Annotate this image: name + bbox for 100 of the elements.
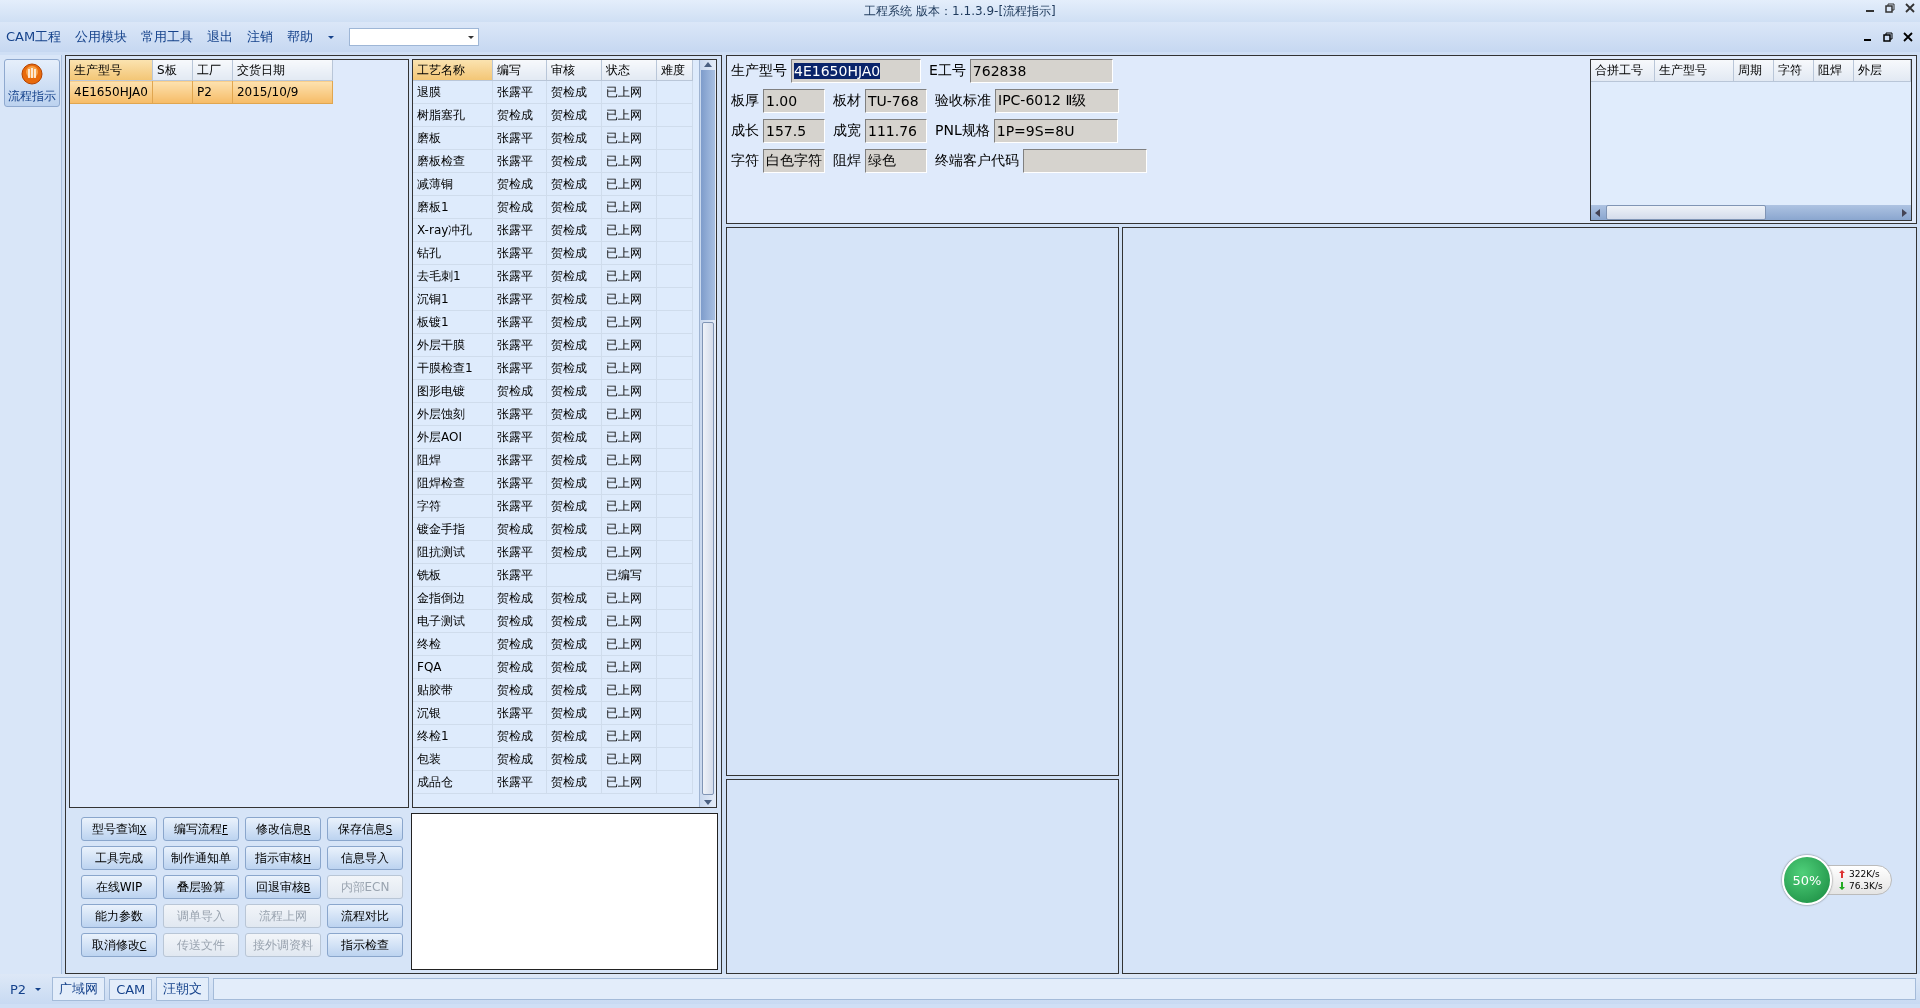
field-label: PNL规格 (935, 122, 990, 140)
close-icon[interactable] (1904, 2, 1916, 14)
scroll-down-icon[interactable] (703, 797, 713, 807)
table-cell: 阻焊检查 (413, 471, 493, 495)
input-field[interactable] (1023, 149, 1147, 173)
field-label: 成宽 (833, 122, 861, 140)
menu-item[interactable]: 注销 (247, 28, 274, 46)
table-cell: 张露平 (492, 333, 547, 357)
action-button[interactable]: 指示审核H (245, 846, 321, 870)
window-title: 工程系统 版本：1.1.3.9-[流程指示] (864, 2, 1056, 20)
table-cell: 张露平 (492, 241, 547, 265)
input-field[interactable]: 111.76 (865, 119, 927, 143)
status-dropdown[interactable]: P2 (4, 979, 49, 999)
action-button[interactable]: 保存信息S (327, 817, 403, 841)
action-button[interactable]: 信息导入 (327, 846, 403, 870)
column-header[interactable]: 交货日期 (232, 60, 333, 81)
menu-item[interactable]: 公用模块 (75, 28, 128, 46)
table-cell: 贺检成 (492, 517, 547, 541)
scroll-left-icon[interactable] (1594, 207, 1602, 218)
table-cell: 贺检成 (546, 149, 602, 173)
action-button[interactable]: 流程对比 (327, 904, 403, 928)
table-cell: 终检1 (413, 724, 493, 748)
column-header[interactable]: 编写 (492, 60, 547, 81)
restore-icon[interactable] (1882, 31, 1894, 43)
table-cell: 已上网 (601, 310, 657, 334)
column-header[interactable]: 工厂 (192, 60, 233, 81)
column-header[interactable]: 阻焊 (1814, 60, 1854, 82)
menu-item[interactable]: 常用工具 (141, 28, 194, 46)
column-header[interactable]: 合拼工号 (1591, 60, 1655, 82)
table-cell: 已上网 (601, 333, 657, 357)
column-header[interactable]: 外层 (1854, 60, 1911, 82)
column-header[interactable]: 生产型号 (1655, 60, 1734, 82)
input-field[interactable]: IPC-6012 Ⅱ级 (995, 89, 1119, 113)
scrollbar[interactable] (1591, 205, 1911, 220)
table-cell: 已上网 (601, 172, 657, 196)
table-cell: 张露平 (492, 356, 547, 380)
action-button[interactable]: 取消修改C (81, 933, 157, 957)
caret-icon[interactable] (34, 985, 43, 993)
table-cell: 已上网 (601, 149, 657, 173)
table-cell: 干膜检查1 (413, 356, 493, 380)
menu-item[interactable]: 帮助 (287, 28, 314, 46)
restore-icon[interactable] (1884, 2, 1896, 14)
table-cell: 磨板1 (413, 195, 493, 219)
table-cell: 贺检成 (546, 264, 602, 288)
input-field[interactable]: 1P=9S=8U (993, 119, 1118, 143)
close-icon[interactable] (1902, 31, 1914, 43)
caret-icon[interactable] (327, 33, 336, 41)
action-button[interactable]: 编写流程F (163, 817, 239, 841)
table-cell: 已上网 (601, 609, 657, 633)
column-header[interactable]: 难度 (656, 60, 693, 81)
column-header[interactable]: 工艺名称 (413, 60, 493, 81)
scroll-thumb[interactable] (1606, 205, 1766, 220)
scroll-right-icon[interactable] (1900, 207, 1908, 218)
action-button[interactable]: 修改信息R (245, 817, 321, 841)
column-header[interactable]: 审核 (546, 60, 602, 81)
table-cell: 已上网 (601, 356, 657, 380)
caret-icon[interactable] (467, 33, 476, 41)
table-cell: 阻抗测试 (413, 540, 493, 564)
table-cell: 贺检成 (492, 609, 547, 633)
table-cell: 贺检成 (546, 172, 602, 196)
table-cell: 张露平 (492, 126, 547, 150)
input-field[interactable]: 白色字符 (763, 149, 825, 173)
action-button[interactable]: 在线WIP (81, 875, 157, 899)
column-header[interactable]: 状态 (601, 60, 657, 81)
column-header[interactable]: 周期 (1734, 60, 1774, 82)
status-item: 汪朝文 (156, 977, 210, 1001)
input-field[interactable]: 157.5 (763, 119, 825, 143)
order-row[interactable]: 4E1650HJA0 P2 2015/10/9 (70, 80, 333, 104)
table-cell: 贺检成 (546, 517, 602, 541)
table-cell: FQA (413, 655, 493, 679)
table-cell: 已上网 (601, 218, 657, 242)
scroll-thumb[interactable] (702, 322, 714, 795)
action-button[interactable]: 指示检查 (327, 933, 403, 957)
field-label: 字符 (731, 152, 759, 170)
nav-button[interactable]: 流程指示 (4, 59, 60, 107)
table-cell: 已上网 (601, 402, 657, 426)
action-button[interactable]: 制作通知单 (163, 846, 239, 870)
dropdown-field[interactable] (349, 28, 480, 46)
table-cell: 4E1650HJA0 (70, 80, 153, 104)
input-field[interactable]: 4E1650HJA0 (791, 59, 921, 83)
input-field[interactable]: 1.00 (763, 89, 825, 113)
column-header[interactable]: 字符 (1774, 60, 1814, 82)
table-cell: 张露平 (492, 218, 547, 242)
input-field[interactable]: 762838 (969, 59, 1113, 83)
field-label: 阻焊 (833, 152, 861, 170)
table-cell: 已上网 (601, 494, 657, 518)
table-cell: 外层AOI (413, 425, 493, 449)
menu-item[interactable]: CAM工程 (6, 28, 62, 46)
action-button[interactable]: 型号查询X (81, 817, 157, 841)
action-button[interactable]: 叠层验算 (163, 875, 239, 899)
table-cell: 贺检成 (546, 747, 602, 771)
action-button[interactable]: 能力参数 (81, 904, 157, 928)
menu-item[interactable]: 退出 (207, 28, 234, 46)
action-button[interactable]: 工具完成 (81, 846, 157, 870)
column-header[interactable]: 生产型号 (70, 60, 153, 81)
action-button[interactable]: 回退审核B (245, 875, 321, 899)
scrollbar[interactable] (699, 60, 716, 807)
column-header[interactable]: S板 (152, 60, 193, 81)
input-field[interactable]: TU-768 (865, 89, 927, 113)
input-field[interactable]: 绿色 (865, 149, 927, 173)
